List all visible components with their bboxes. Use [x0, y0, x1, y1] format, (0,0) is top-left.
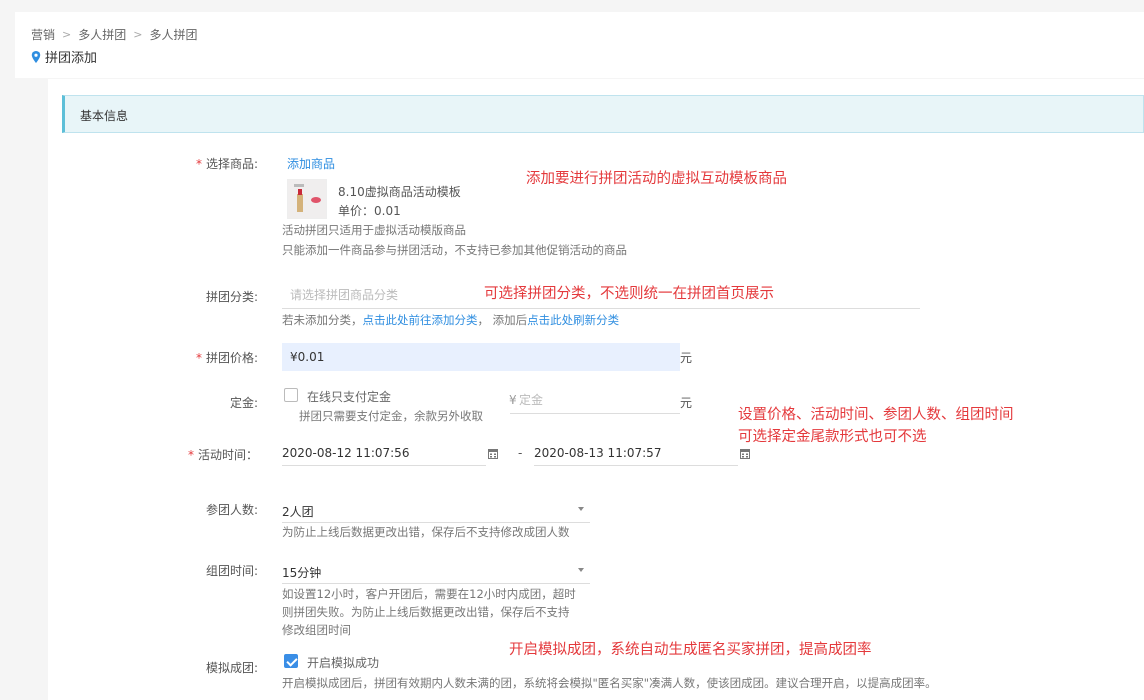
- group-time-help-1: 如设置12小时，客户开团后，需要在12小时内成团，超时: [282, 587, 576, 601]
- group-time-help-3: 修改组团时间: [282, 623, 351, 637]
- time-range-separator: -: [518, 446, 523, 460]
- annotation-product: 添加要进行拼团活动的虚拟互动模板商品: [526, 171, 787, 187]
- start-time-value: 2020-08-12 11:07:56: [282, 446, 410, 460]
- price-input[interactable]: ¥0.01: [282, 343, 680, 371]
- annotation-settings-2: 可选择定金尾款形式也可不选: [738, 429, 927, 445]
- simulate-checkbox-label: 开启模拟成功: [307, 656, 380, 670]
- deposit-help: 拼团只需要支付定金，余款另外收取: [299, 409, 483, 423]
- annotation-category: 可选择拼团分类，不选则统一在拼团首页展示: [484, 286, 774, 302]
- page-title-text: 拼团添加: [45, 51, 98, 66]
- calendar-icon[interactable]: [740, 448, 750, 459]
- product-help-2: 只能添加一件商品参与拼团活动，不支持已参加其他促销活动的商品: [282, 243, 627, 257]
- activity-time-label: * 活动时间：: [187, 448, 258, 462]
- chevron-down-icon: [578, 507, 584, 511]
- group-size-value: 2人团: [282, 505, 314, 519]
- deposit-checkbox-label: 在线只支付定金: [307, 390, 392, 404]
- calendar-icon[interactable]: [488, 448, 498, 459]
- product-help-1: 活动拼团只适用于虚拟活动模版商品: [282, 223, 466, 237]
- group-size-label: 参团人数:: [205, 503, 258, 517]
- lipstick-image-icon: [294, 184, 321, 212]
- group-time-label: 组团时间:: [205, 564, 258, 578]
- simulate-label: 模拟成团:: [205, 661, 258, 675]
- product-thumbnail[interactable]: [287, 179, 327, 219]
- price-unit: 元: [680, 351, 693, 365]
- add-category-link[interactable]: 点击此处前往添加分类: [363, 313, 478, 327]
- category-label: 拼团分类:: [205, 290, 258, 304]
- product-name: 8.10虚拟商品活动模板: [338, 185, 461, 199]
- section-title: 基本信息: [80, 109, 129, 123]
- annotation-settings-1: 设置价格、活动时间、参团人数、组团时间: [738, 407, 1014, 423]
- group-time-select[interactable]: 15分钟: [282, 558, 590, 584]
- location-pin-icon: [31, 50, 41, 63]
- group-size-select[interactable]: 2人团: [282, 497, 590, 523]
- breadcrumb: 营销 > 多人拼团 > 多人拼团: [31, 26, 197, 43]
- product-price: 单价：0.01: [338, 204, 401, 218]
- price-label: * 拼团价格:: [195, 351, 258, 365]
- group-size-help: 为防止上线后数据更改出错，保存后不支持修改成团人数: [282, 525, 570, 539]
- section-header: 基本信息: [62, 95, 1144, 133]
- annotation-simulate: 开启模拟成团，系统自动生成匿名买家拼团，提高成团率: [509, 642, 872, 658]
- category-help: 若未添加分类，点击此处前往添加分类， 添加后点击此处刷新分类: [282, 313, 620, 327]
- end-time-value: 2020-08-13 11:07:57: [534, 446, 662, 460]
- page-header: 营销 > 多人拼团 > 多人拼团 拼团添加: [15, 12, 1144, 78]
- product-label: * 选择商品:: [195, 157, 258, 171]
- deposit-label: 定金:: [229, 396, 258, 410]
- group-time-value: 15分钟: [282, 566, 322, 580]
- chevron-down-icon: [578, 568, 584, 572]
- group-time-help-2: 则拼团失败。为防止上线后数据更改出错，保存后不支持: [282, 605, 570, 619]
- deposit-input[interactable]: [510, 386, 680, 414]
- end-time-input[interactable]: 2020-08-13 11:07:57: [534, 440, 738, 466]
- breadcrumb-item-group-buy[interactable]: 多人拼团: [78, 26, 126, 43]
- breadcrumb-item-marketing[interactable]: 营销: [31, 26, 55, 43]
- simulate-help: 开启模拟成团后，拼团有效期内人数未满的团，系统将会模拟"匿名买家"凑满人数，使该…: [282, 676, 937, 690]
- deposit-unit: 元: [680, 396, 693, 410]
- breadcrumb-separator-icon: >: [62, 28, 72, 41]
- start-time-input[interactable]: 2020-08-12 11:07:56: [282, 440, 486, 466]
- breadcrumb-item-group-buy-current[interactable]: 多人拼团: [149, 26, 197, 43]
- deposit-checkbox[interactable]: [284, 388, 298, 402]
- breadcrumb-separator-icon: >: [133, 28, 143, 41]
- refresh-category-link[interactable]: 点击此处刷新分类: [527, 313, 619, 327]
- form-card: 基本信息 * 选择商品: 添加商品 8.10虚拟商品活动模板 单价：0.01 活动…: [48, 79, 1144, 700]
- simulate-checkbox[interactable]: [284, 654, 298, 668]
- add-product-link[interactable]: 添加商品: [287, 155, 335, 172]
- page-title: 拼团添加: [31, 47, 97, 66]
